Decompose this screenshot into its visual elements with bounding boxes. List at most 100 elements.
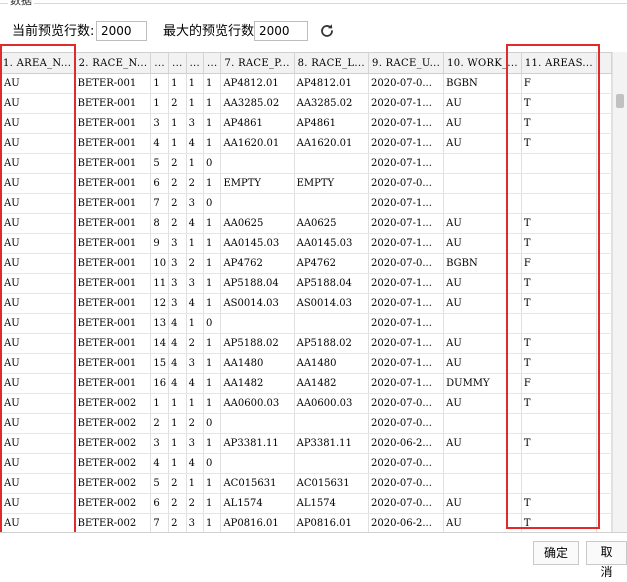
table-cell[interactable]: 2020-07-1... — [368, 273, 445, 294]
ok-button[interactable]: 确定 — [533, 541, 580, 565]
table-cell[interactable]: BETER-002 — [75, 473, 152, 494]
table-cell[interactable]: 2 — [168, 173, 187, 194]
table-cell[interactable]: AL1574 — [294, 493, 370, 514]
table-cell[interactable]: 3 — [150, 113, 170, 134]
table-cell[interactable]: 1 — [186, 153, 205, 174]
table-cell[interactable] — [443, 413, 522, 434]
table-cell[interactable]: AU — [443, 433, 522, 454]
table-cell[interactable]: 7 — [150, 193, 170, 214]
table-cell[interactable]: AA1482 — [220, 373, 295, 394]
table-cell[interactable]: 2 — [168, 473, 187, 494]
table-cell[interactable]: AA0625 — [220, 213, 295, 234]
table-cell[interactable]: F — [521, 253, 597, 274]
table-cell[interactable] — [294, 193, 370, 214]
table-cell[interactable]: 3 — [186, 273, 205, 294]
table-cell[interactable]: 0 — [203, 193, 222, 214]
table-cell[interactable]: AP4812.01 — [220, 73, 295, 94]
table-cell[interactable]: 8 — [150, 213, 170, 234]
table-cell[interactable]: AU — [443, 273, 522, 294]
table-cell[interactable]: AU — [0, 133, 76, 154]
table-cell[interactable]: AU — [0, 333, 76, 354]
table-cell[interactable]: 1 — [203, 473, 222, 494]
table-cell[interactable]: 4 — [186, 213, 205, 234]
table-cell[interactable]: BETER-001 — [75, 153, 152, 174]
table-cell[interactable]: 4 — [186, 293, 205, 314]
table-cell[interactable]: 1 — [168, 453, 187, 474]
table-cell[interactable]: T — [521, 433, 597, 454]
table-cell[interactable]: 2 — [168, 213, 187, 234]
table-cell[interactable]: 2 — [186, 333, 205, 354]
table-cell[interactable]: 1 — [168, 133, 187, 154]
table-row[interactable]: AU BETER-001 7 2 3 0 2020-07-1... — [0, 193, 612, 214]
table-cell[interactable]: AA0600.03 — [294, 393, 370, 414]
col-header[interactable]: 1. AREA_N... — [0, 53, 76, 74]
table-cell[interactable]: 2020-07-0... — [368, 453, 445, 474]
table-cell[interactable]: AU — [443, 213, 522, 234]
table-cell[interactable]: 2 — [186, 413, 205, 434]
col-header[interactable]: 10. WORK_... — [443, 53, 522, 74]
table-cell[interactable]: AS0014.03 — [294, 293, 370, 314]
table-cell[interactable]: 1 — [150, 93, 170, 114]
col-header[interactable]: 2. RACE_N... — [75, 53, 152, 74]
table-cell[interactable] — [220, 453, 295, 474]
table-row[interactable]: AU BETER-002 5 2 1 1 AC015631 AC015631 2020-07-0… — [0, 473, 612, 494]
table-cell[interactable]: 1 — [186, 73, 205, 94]
table-cell[interactable]: 4 — [186, 453, 205, 474]
table-cell[interactable]: AU — [0, 433, 76, 454]
table-cell[interactable]: 1 — [203, 333, 222, 354]
table-cell[interactable]: 2020-07-1... — [368, 233, 445, 254]
table-cell[interactable]: AU — [0, 73, 76, 94]
table-cell[interactable]: BETER-001 — [75, 93, 152, 114]
table-row[interactable]: AU BETER-002 3 1 3 1 AP3381.11 AP3381.11 2020-06… — [0, 433, 612, 454]
table-cell[interactable]: 2 — [168, 93, 187, 114]
table-cell[interactable]: AP4861 — [294, 113, 370, 134]
table-cell[interactable]: AU — [443, 333, 522, 354]
table-cell[interactable] — [443, 313, 522, 334]
table-row[interactable]: AU BETER-001 14 4 2 1 AP5188.02 AP5188.02 2020-0… — [0, 333, 612, 354]
table-cell[interactable]: AU — [0, 453, 76, 474]
table-cell[interactable]: AU — [443, 393, 522, 414]
table-cell[interactable]: 1 — [168, 433, 187, 454]
table-cell[interactable]: BETER-001 — [75, 273, 152, 294]
table-row[interactable]: AU BETER-001 8 2 4 1 AA0625 AA0625 2020-07-1... A… — [0, 213, 612, 234]
table-cell[interactable]: 1 — [186, 233, 205, 254]
refresh-icon[interactable] — [318, 22, 336, 40]
table-cell[interactable]: 2020-07-0... — [368, 413, 445, 434]
table-cell[interactable]: BETER-001 — [75, 133, 152, 154]
table-cell[interactable]: BGBN — [443, 73, 522, 94]
table-cell[interactable]: AP5188.02 — [220, 333, 295, 354]
table-cell[interactable]: AU — [0, 93, 76, 114]
table-row[interactable]: AU BETER-002 2 1 2 0 2020-07-0... — [0, 413, 612, 434]
table-cell[interactable] — [220, 313, 295, 334]
preview-rows-input[interactable] — [96, 21, 147, 41]
table-cell[interactable]: 3 — [186, 433, 205, 454]
table-cell[interactable]: 6 — [150, 173, 170, 194]
table-cell[interactable]: BETER-002 — [75, 393, 152, 414]
table-cell[interactable] — [443, 453, 522, 474]
table-cell[interactable] — [220, 193, 295, 214]
table-cell[interactable]: 1 — [168, 73, 187, 94]
table-cell[interactable]: 2020-07-0... — [368, 393, 445, 414]
table-row[interactable]: AU BETER-001 3 1 3 1 AP4861 AP4861 2020-07-1... A… — [0, 113, 612, 134]
table-row[interactable]: AU BETER-001 13 4 1 0 2020-07-1... — [0, 313, 612, 334]
table-cell[interactable]: 1 — [203, 353, 222, 374]
cancel-button[interactable]: 取消 — [586, 541, 627, 579]
table-cell[interactable]: 4 — [168, 353, 187, 374]
table-row[interactable]: AU BETER-001 12 3 4 1 AS0014.03 AS0014.03 2020-0… — [0, 293, 612, 314]
col-header[interactable]: 8. RACE_L... — [294, 53, 370, 74]
table-cell[interactable]: 3 — [168, 253, 187, 274]
table-cell[interactable]: 0 — [203, 313, 222, 334]
table-cell[interactable]: 2020-06-2... — [368, 513, 445, 533]
table-cell[interactable]: AA0145.03 — [294, 233, 370, 254]
table-cell[interactable] — [443, 193, 522, 214]
table-cell[interactable]: 2020-06-2... — [368, 433, 445, 454]
table-cell[interactable]: T — [521, 233, 597, 254]
table-cell[interactable]: 2020-07-1... — [368, 213, 445, 234]
table-cell[interactable]: F — [521, 373, 597, 394]
table-cell[interactable]: 1 — [168, 413, 187, 434]
table-cell[interactable]: 2020-07-1... — [368, 193, 445, 214]
table-cell[interactable]: AA1620.01 — [220, 133, 295, 154]
table-cell[interactable]: 1 — [203, 493, 222, 514]
table-cell[interactable]: 1 — [203, 93, 222, 114]
table-cell[interactable]: 11 — [150, 273, 170, 294]
